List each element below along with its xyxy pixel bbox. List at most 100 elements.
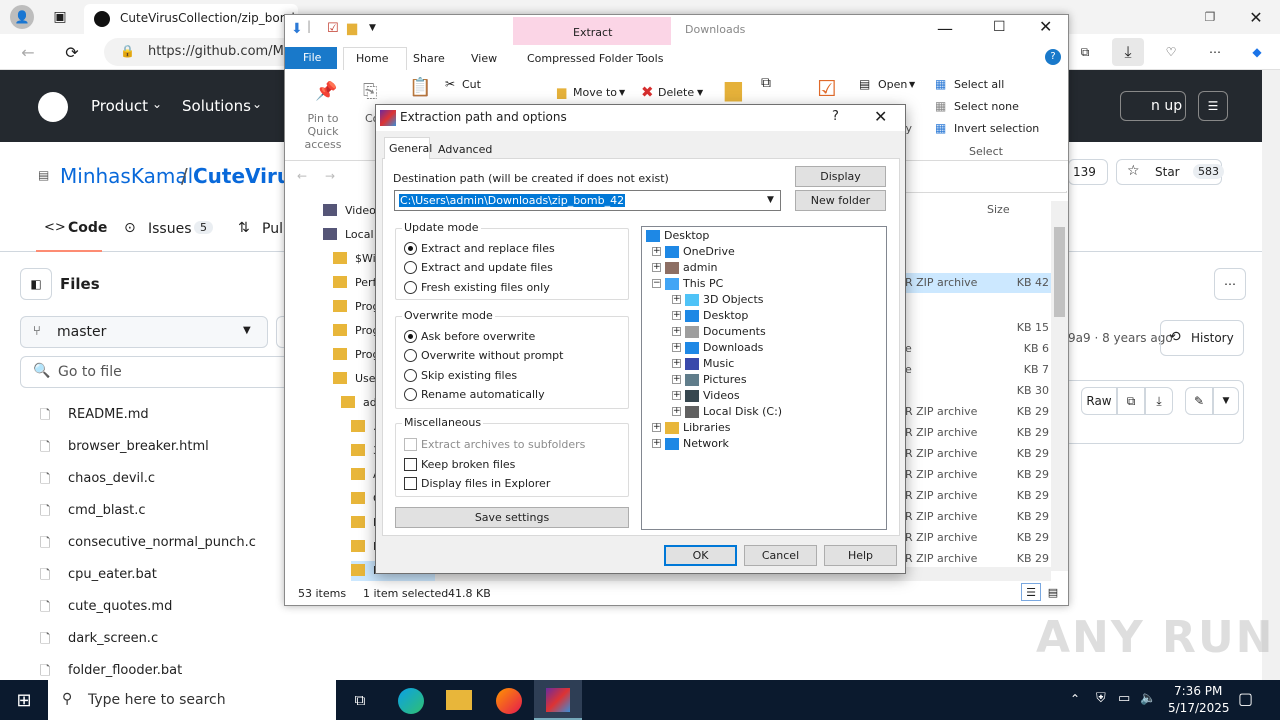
goto-file-input[interactable]: 🔍 Go to file — [20, 356, 310, 388]
file-explorer-icon[interactable] — [446, 690, 472, 710]
radio-extract-replace[interactable]: Extract and replace files — [404, 242, 555, 255]
collections-icon[interactable]: ⧉ — [1074, 42, 1096, 62]
tab-code[interactable]: <> Code — [36, 214, 107, 252]
tree-item[interactable]: + Network — [652, 437, 729, 450]
help-button[interactable]: Help — [824, 545, 897, 566]
invert-selection-button[interactable]: Invert selection — [954, 122, 1039, 135]
list-item[interactable]: 🗋 dark_screen.c — [40, 628, 310, 650]
nav-product[interactable]: Product — [91, 97, 148, 115]
tree-item[interactable]: + Desktop — [672, 309, 748, 322]
list-item[interactable]: 🗋 cute_quotes.md — [40, 596, 310, 618]
chevron-down-icon[interactable]: ▼ — [767, 195, 774, 205]
tree-item[interactable]: + Downloads — [672, 341, 763, 354]
select-all-button[interactable]: Select all — [954, 78, 1004, 91]
expander-icon[interactable]: + — [672, 311, 681, 320]
dest-path-combo[interactable]: C:\Users\admin\Downloads\zip_bomb_42 ▼ — [394, 190, 781, 211]
qat-dropdown-icon[interactable]: ▼ — [369, 23, 376, 33]
large-icons-view-icon[interactable]: ▤ — [1043, 583, 1063, 601]
expander-icon[interactable]: − — [652, 279, 661, 288]
cancel-button[interactable]: Cancel — [744, 545, 817, 566]
dialog-close-icon[interactable]: ✕ — [874, 107, 887, 126]
edit-icon[interactable]: ✎ — [1185, 387, 1213, 415]
expander-icon[interactable]: + — [652, 247, 661, 256]
expander-icon[interactable]: + — [672, 359, 681, 368]
clock-time[interactable]: 7:36 PM — [1174, 684, 1222, 698]
radio-skip-existing[interactable]: Skip existing files — [404, 369, 517, 382]
back-icon[interactable]: ← — [297, 169, 307, 183]
new-folder-ribbon-icon[interactable]: ▆ — [725, 77, 742, 102]
tab-share[interactable]: Share — [413, 52, 445, 65]
volume-tray-icon[interactable]: 🔈 — [1140, 691, 1156, 706]
close-explorer-icon[interactable]: ✕ — [1039, 17, 1052, 36]
new-folder-button[interactable]: New folder — [795, 190, 886, 211]
signup-button[interactable]: n up — [1120, 91, 1186, 121]
tab-advanced[interactable]: Advanced — [432, 140, 492, 158]
minimize-icon[interactable]: — — [937, 19, 953, 38]
menu-icon[interactable]: ☰ — [1198, 91, 1228, 121]
nav-solutions[interactable]: Solutions — [182, 97, 251, 115]
firefox-icon[interactable] — [496, 688, 522, 714]
maximize-icon[interactable]: ☐ — [993, 19, 1006, 35]
raw-button[interactable]: Raw — [1081, 387, 1117, 415]
display-button[interactable]: Display — [795, 166, 886, 187]
radio-overwrite-no-prompt[interactable]: Overwrite without prompt — [404, 349, 563, 362]
radio-rename-auto[interactable]: Rename automatically — [404, 388, 545, 401]
copy-icon[interactable]: ⧉ — [1117, 387, 1145, 415]
tab-pulls[interactable]: ⇅ Pul — [238, 220, 288, 244]
tree-item[interactable]: Desktop — [646, 229, 709, 242]
winrar-taskbar-button[interactable] — [534, 680, 582, 720]
list-item[interactable]: 🗋 chaos_devil.c — [40, 468, 310, 490]
properties-icon[interactable]: ☑ — [327, 21, 339, 36]
expander-icon[interactable]: + — [672, 407, 681, 416]
list-item[interactable]: 🗋 folder_flooder.bat — [40, 660, 310, 682]
address-bar[interactable]: 🔒 https://github.com/Mi — [104, 38, 304, 66]
network-tray-icon[interactable]: ▭ — [1118, 691, 1130, 706]
list-item[interactable]: 🗋 cmd_blast.c — [40, 500, 310, 522]
back-icon[interactable]: ← — [16, 42, 40, 62]
more-menu-icon[interactable]: ⋯ — [1204, 42, 1226, 62]
dialog-help-icon[interactable]: ? — [832, 109, 839, 124]
expander-icon[interactable]: + — [672, 375, 681, 384]
new-folder-icon[interactable]: ▆ — [347, 21, 357, 36]
radio-extract-update[interactable]: Extract and update files — [404, 261, 553, 274]
edge-icon[interactable] — [398, 688, 424, 714]
history-button[interactable]: ⟲ History — [1160, 320, 1244, 356]
save-settings-button[interactable]: Save settings — [395, 507, 629, 528]
scrollbar-thumb[interactable] — [1054, 227, 1065, 317]
refresh-icon[interactable]: ⟳ — [60, 42, 84, 62]
expander-icon[interactable]: + — [672, 391, 681, 400]
tab-actions-icon[interactable]: ▣ — [48, 6, 72, 28]
browser-tab[interactable]: CuteVirusCollection/zip_bomb — [84, 4, 299, 34]
expander-icon[interactable]: + — [672, 327, 681, 336]
tree-item[interactable]: + Libraries — [652, 421, 731, 434]
github-logo-icon[interactable] — [38, 92, 68, 122]
sidebar-collapse-icon[interactable]: ◧ — [20, 268, 52, 300]
fork-count[interactable]: 139 — [1068, 159, 1108, 185]
cut-button[interactable]: Cut — [462, 78, 481, 91]
tab-file[interactable]: File — [285, 47, 337, 69]
more-options-icon[interactable]: ⋯ — [1214, 268, 1246, 300]
check-keep-broken[interactable]: Keep broken files — [404, 458, 515, 471]
list-item[interactable]: 🗋 README.md — [40, 404, 310, 426]
task-view-icon[interactable]: ⧉ — [348, 688, 372, 712]
help-icon[interactable]: ? — [1045, 49, 1061, 65]
tree-item[interactable]: + admin — [652, 261, 717, 274]
new-item-icon[interactable]: ⧉ — [761, 75, 771, 91]
size-column-header[interactable]: Size — [987, 203, 1010, 216]
close-browser-icon[interactable]: ✕ — [1244, 6, 1268, 28]
radio-fresh-existing[interactable]: Fresh existing files only — [404, 281, 550, 294]
pin-quick-access[interactable]: Pin to Quick access — [291, 112, 355, 151]
clock-date[interactable]: 5/17/2025 — [1168, 701, 1230, 715]
details-view-icon[interactable]: ☰ — [1021, 583, 1041, 601]
move-to-button[interactable]: Move to — [573, 86, 617, 99]
expander-icon[interactable]: + — [652, 423, 661, 432]
download-icon[interactable]: ⤓ — [1145, 387, 1173, 415]
quick-access-download-icon[interactable]: ⬇ — [291, 21, 303, 37]
profile-avatar-icon[interactable]: 👤 — [10, 5, 34, 29]
tab-home[interactable]: Home — [343, 47, 407, 70]
copilot-icon[interactable]: ◆ — [1246, 42, 1268, 62]
extensions-icon[interactable]: ♡ — [1160, 42, 1182, 62]
tree-item[interactable]: − This PC — [652, 277, 723, 290]
expander-icon[interactable]: + — [652, 263, 661, 272]
tab-issues[interactable]: ⊙ Issues 5 — [122, 220, 222, 244]
